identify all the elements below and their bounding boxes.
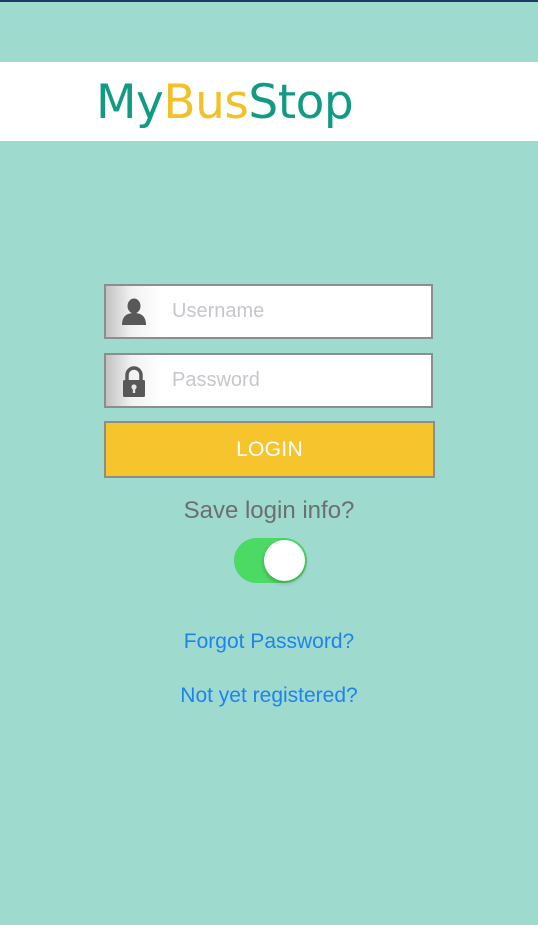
toggle-knob <box>264 540 305 581</box>
logo-text-bus: Bus <box>163 75 249 130</box>
save-login-toggle[interactable] <box>234 538 307 583</box>
save-login-label: Save login info? <box>183 497 355 524</box>
password-input[interactable] <box>172 355 422 406</box>
password-field[interactable] <box>104 353 433 408</box>
logo-text-stop: Stop <box>248 75 354 130</box>
forgot-password-link[interactable]: Forgot Password? <box>0 630 538 654</box>
user-icon <box>106 286 162 337</box>
username-input[interactable] <box>172 286 422 337</box>
lock-icon <box>106 355 162 406</box>
login-button[interactable]: LOGIN <box>104 421 435 478</box>
status-bar-line <box>0 0 538 2</box>
username-field[interactable] <box>104 284 433 339</box>
register-link[interactable]: Not yet registered? <box>0 684 538 708</box>
app-logo: MyBusStop <box>96 72 354 134</box>
logo-text-my: My <box>96 75 164 130</box>
